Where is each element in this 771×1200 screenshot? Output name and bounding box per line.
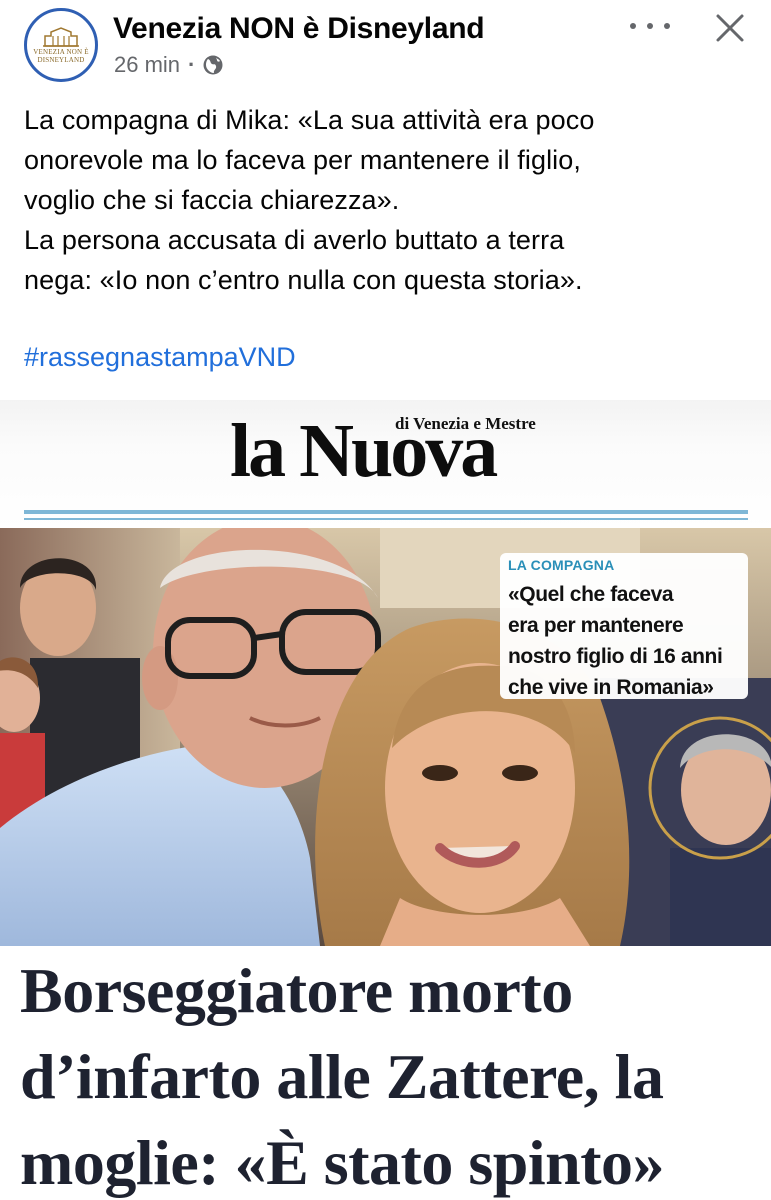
venice-building-logo: [43, 27, 79, 47]
close-icon[interactable]: [712, 10, 748, 46]
more-dot: [647, 23, 653, 29]
post-timestamp[interactable]: 26 min: [114, 52, 180, 78]
globe-icon[interactable]: [202, 54, 224, 76]
hashtag-link[interactable]: #rassegnastampaVND: [24, 342, 296, 373]
post-text-line: nega: «Io non c’entro nulla con questa s…: [24, 265, 583, 295]
post-text-line: voglio che si faccia chiarezza».: [24, 185, 400, 215]
post-image[interactable]: la Nuova di Venezia e Mestre LA COMPAGNA…: [0, 400, 771, 1200]
quote-callout: LA COMPAGNA «Quel che faceva era per man…: [500, 553, 748, 699]
masthead-rule: [24, 510, 748, 514]
post-meta: 26 min ·: [114, 52, 224, 78]
post-text-line: onorevole ma lo faceva per mantenere il …: [24, 145, 581, 175]
headline-line: moglie: «È stato spinto»: [20, 1127, 665, 1198]
more-dot: [630, 23, 636, 29]
avatar-text-bottom: DISNEYLAND: [37, 56, 85, 64]
masthead-rule: [24, 518, 748, 520]
masthead-subtitle: di Venezia e Mestre: [395, 414, 536, 433]
post-text-line: La persona accusata di averlo buttato a …: [24, 225, 565, 255]
more-dots-icon[interactable]: [630, 14, 670, 38]
meta-separator: ·: [188, 52, 196, 77]
callout-kicker: LA COMPAGNA: [508, 557, 615, 573]
news-headline: Borseggiatore morto d’infarto alle Zatte…: [20, 948, 760, 1200]
callout-line: «Quel che faceva: [508, 583, 674, 606]
page-avatar[interactable]: VENEZIA NON È DISNEYLAND: [24, 8, 98, 82]
avatar-text-top: VENEZIA NON È: [33, 48, 89, 56]
callout-quote: «Quel che faceva era per mantenere nostr…: [508, 579, 740, 703]
page-name-link[interactable]: Venezia NON è Disneyland: [113, 12, 485, 46]
headline-line: d’infarto alle Zattere, la: [20, 1041, 664, 1112]
post-body: La compagna di Mika: «La sua attività er…: [24, 100, 754, 300]
callout-line: era per mantenere: [508, 614, 684, 637]
post-text-line: La compagna di Mika: «La sua attività er…: [24, 105, 595, 135]
callout-line: che vive in Romania»: [508, 676, 714, 699]
callout-line: nostro figlio di 16 anni: [508, 645, 723, 668]
post-header: VENEZIA NON È DISNEYLAND Venezia NON è D…: [0, 0, 771, 100]
headline-line: Borseggiatore morto: [20, 955, 573, 1026]
more-dot: [664, 23, 670, 29]
